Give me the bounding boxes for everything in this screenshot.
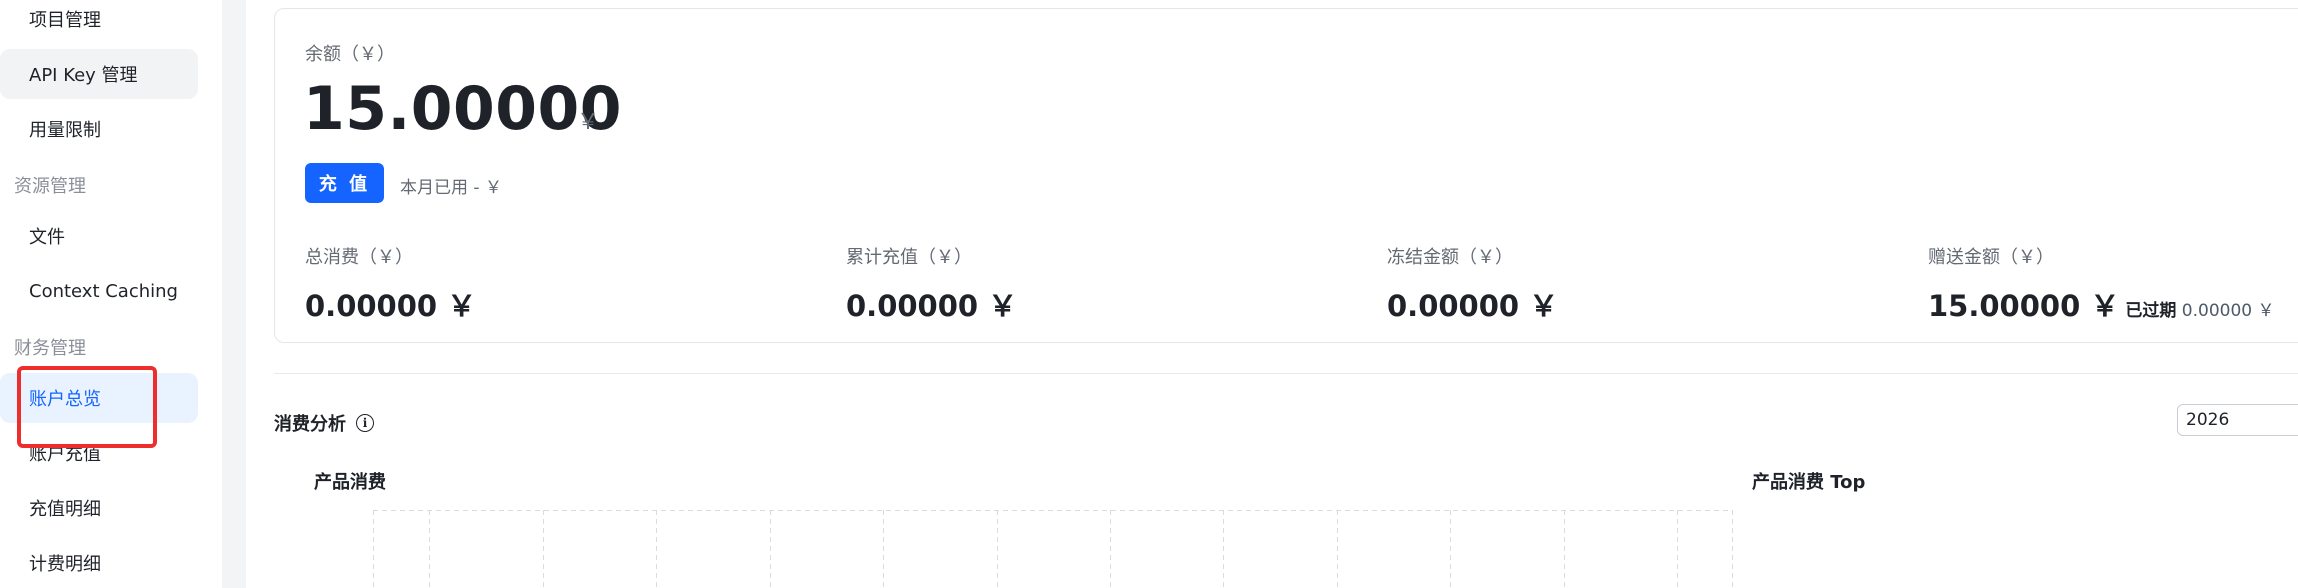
sidebar-item-account-overview[interactable]: 账户总览 [0, 373, 198, 423]
stat-gift-amount: 赠送金额（￥） 15.00000 ￥ 已过期 0.00000 ￥ [1928, 243, 2274, 325]
analysis-title: 消费分析 i [274, 410, 374, 436]
recharge-button[interactable]: 充 值 [305, 163, 384, 203]
stat-label: 冻结金额（￥） [1387, 247, 1513, 268]
stat-value: 0.00000 ￥ [846, 289, 1018, 323]
stat-total-spend: 总消费（￥） 0.00000 ￥ [305, 243, 476, 325]
stat-label: 总消费（￥） [305, 247, 413, 268]
year-select[interactable]: 2026 [2177, 404, 2298, 436]
sidebar-item-account-recharge[interactable]: 账户充值 [0, 428, 198, 478]
expired-info: 已过期 0.00000 ￥ [2125, 301, 2274, 321]
stat-value: 0.00000 ￥ [305, 289, 477, 323]
stat-value: 15.00000 ￥ 已过期 0.00000 ￥ [1928, 283, 2274, 325]
stat-value: 0.00000 ￥ [1387, 289, 1559, 323]
gift-value: 15.00000 ￥ [1928, 289, 2120, 323]
month-used-text: 本月已用 - ￥ [400, 178, 502, 198]
sidebar-item-billing-details[interactable]: 计费明细 [0, 538, 198, 588]
analysis-title-text: 消费分析 [274, 414, 346, 435]
sidebar-item-api-key[interactable]: API Key 管理 [0, 49, 198, 99]
sidebar-item-context-caching[interactable]: Context Caching [0, 266, 198, 316]
sidebar-item-label: 计费明细 [29, 554, 101, 575]
sidebar-item-label: 账户总览 [29, 389, 101, 410]
sidebar: 项目管理 API Key 管理 用量限制 资源管理 文件 Context Cac… [0, 0, 222, 588]
stat-label: 赠送金额（￥） [1928, 247, 2054, 268]
info-icon[interactable]: i [356, 414, 374, 432]
sidebar-item-label: 用量限制 [29, 120, 101, 141]
sidebar-item-label: Context Caching [29, 280, 178, 302]
sidebar-item-label: API Key 管理 [29, 65, 138, 86]
balance-currency: ￥ [577, 110, 600, 135]
sidebar-group-finance: 财务管理 [14, 338, 86, 359]
sidebar-item-label: 充值明细 [29, 499, 101, 520]
sidebar-item-recharge-details[interactable]: 充值明细 [0, 483, 198, 533]
stat-total-recharge: 累计充值（￥） 0.00000 ￥ [846, 243, 1017, 325]
stat-frozen-amount: 冻结金额（￥） 0.00000 ￥ [1387, 243, 1558, 325]
year-select-value: 2026 [2186, 410, 2230, 430]
section-divider [274, 373, 2298, 374]
sidebar-item-usage-limit[interactable]: 用量限制 [0, 104, 198, 154]
expired-label: 已过期 [2125, 301, 2177, 321]
sidebar-item-label: 账户充值 [29, 444, 101, 465]
expired-value: 0.00000 ￥ [2181, 301, 2275, 321]
balance-amount: 15.00000 [303, 74, 623, 144]
stat-label: 累计充值（￥） [846, 247, 972, 268]
sidebar-item-files[interactable]: 文件 [0, 211, 198, 261]
sidebar-item-label: 项目管理 [29, 10, 101, 31]
product-spend-chart-grid [373, 510, 1733, 588]
sidebar-item-label: 文件 [29, 227, 65, 248]
balance-label: 余额（￥） [305, 44, 395, 65]
product-spend-title: 产品消费 [314, 472, 386, 493]
product-spend-top-title: 产品消费 Top [1752, 472, 1866, 493]
sidebar-group-resource: 资源管理 [14, 176, 86, 197]
sidebar-item-project[interactable]: 项目管理 [0, 0, 198, 44]
app-root: 项目管理 API Key 管理 用量限制 资源管理 文件 Context Cac… [0, 0, 2298, 588]
